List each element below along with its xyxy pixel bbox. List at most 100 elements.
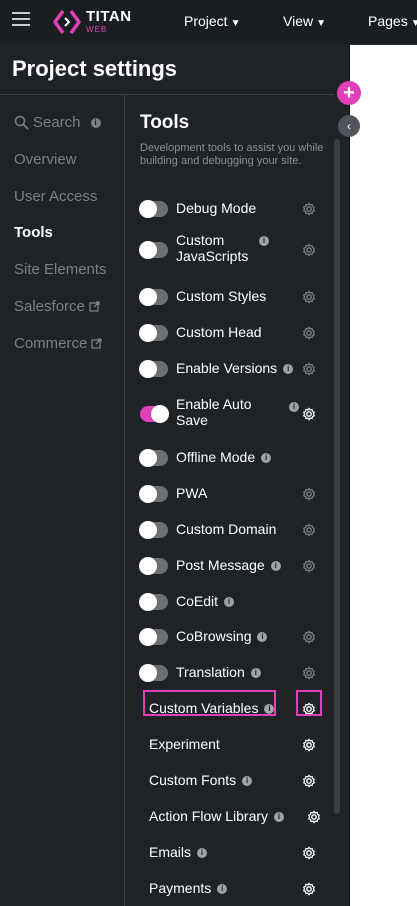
external-link-icon [91, 338, 103, 349]
settings-gear-icon[interactable] [302, 559, 316, 573]
menu-project-label: Project [184, 13, 228, 29]
tool-label-text: Custom Head [176, 324, 262, 340]
logo-subtext: WEB [86, 25, 108, 34]
info-icon[interactable]: i [250, 668, 261, 679]
debug-mode-toggle[interactable] [139, 200, 168, 218]
tool-label-text: Custom Domain [176, 521, 277, 537]
add-button[interactable]: + [337, 81, 361, 105]
menu-pages[interactable]: Pages ▼ [368, 13, 417, 29]
post-message-label: Post Message i [176, 557, 316, 573]
scrollbar[interactable] [334, 139, 340, 814]
settings-gear-icon[interactable] [302, 523, 316, 537]
info-icon[interactable]: i [283, 364, 294, 375]
nav-item-search[interactable]: Search i [14, 114, 101, 131]
titan-logo-icon [53, 9, 81, 35]
info-icon[interactable]: i [257, 632, 268, 643]
settings-gear-icon[interactable] [302, 487, 316, 501]
nav-item-salesforce[interactable]: Salesforce [14, 298, 100, 315]
settings-gear-icon[interactable] [302, 630, 316, 644]
tool-row-custom-fonts: Custom Fonts i [140, 772, 315, 790]
settings-gear-icon[interactable] [302, 202, 316, 216]
project-settings-panel: Project settings Search i Overview User … [0, 44, 350, 906]
info-icon[interactable]: i [270, 561, 281, 572]
payments-label: Payments i [149, 880, 289, 896]
tool-row-offline-mode: Offline Mode i [139, 449, 312, 467]
highlight-box [143, 690, 276, 716]
nav-item-commerce[interactable]: Commerce [14, 335, 103, 352]
tool-row-post-message: Post Message i [139, 557, 315, 575]
chevron-down-icon: ▼ [316, 18, 326, 29]
info-icon[interactable]: i [197, 848, 208, 859]
search-icon [14, 115, 29, 130]
info-icon[interactable]: i [217, 884, 228, 895]
tool-row-custom-styles: Custom Styles [139, 288, 315, 306]
nav-item-site-elements[interactable]: Site Elements [14, 261, 107, 278]
tool-row-translation: Translation i [139, 664, 315, 682]
menu-view-label: View [283, 13, 314, 29]
info-icon[interactable]: i [274, 812, 285, 823]
info-icon[interactable]: i [289, 402, 299, 412]
nav-item-tools[interactable]: Tools [14, 224, 53, 241]
logo-text: TITAN [86, 8, 132, 25]
nav-item-label: Site Elements [14, 261, 107, 278]
tool-row-coedit: CoEdit i [139, 593, 312, 611]
settings-gear-icon[interactable] [302, 290, 316, 304]
tool-row-payments: Payments i [140, 880, 315, 898]
settings-gear-icon[interactable] [302, 326, 316, 340]
custom-fonts-label: Custom Fonts i [149, 772, 289, 788]
coedit-toggle[interactable] [139, 593, 168, 611]
nav-item-user-access[interactable]: User Access [14, 188, 97, 205]
settings-nav: Search i Overview User Access Tools Site… [0, 95, 124, 906]
settings-gear-icon[interactable] [307, 810, 321, 824]
settings-gear-icon[interactable] [302, 666, 316, 680]
chevron-down-icon: ▼ [410, 18, 417, 29]
coedit-label: CoEdit i [176, 593, 316, 609]
cobrowsing-toggle[interactable] [139, 628, 168, 646]
tool-label-text: Custom JavaScripts [176, 232, 249, 264]
info-icon[interactable]: i [261, 453, 272, 464]
info-icon[interactable]: i [242, 776, 253, 787]
hamburger-menu-icon[interactable] [12, 12, 30, 26]
tool-label-text: Payments [149, 880, 212, 896]
custom-head-label: Custom Head [176, 324, 316, 340]
tool-row-debug-mode: Debug Mode [139, 200, 315, 218]
enable-versions-toggle[interactable] [139, 360, 168, 378]
settings-gear-icon[interactable] [302, 362, 316, 376]
custom-styles-toggle[interactable] [139, 288, 168, 306]
action-flow-library-label: Action Flow Library i [149, 808, 289, 824]
tool-row-custom-javascripts: Custom JavaScripts i [139, 232, 315, 268]
settings-gear-icon[interactable] [302, 243, 316, 257]
settings-gear-icon[interactable] [302, 846, 316, 860]
translation-toggle[interactable] [139, 664, 168, 682]
custom-javascripts-toggle[interactable] [139, 241, 168, 259]
tool-label-text: Offline Mode [176, 449, 256, 465]
pwa-toggle[interactable] [139, 485, 168, 503]
menu-project[interactable]: Project ▼ [184, 13, 240, 29]
tools-section: Tools Development tools to assist you wh… [125, 95, 334, 906]
settings-gear-icon[interactable] [302, 738, 316, 752]
settings-gear-icon[interactable] [302, 774, 316, 788]
custom-head-toggle[interactable] [139, 324, 168, 342]
tool-row-action-flow-library: Action Flow Library i [140, 808, 320, 826]
section-description: Development tools to assist you while bu… [140, 142, 324, 167]
info-icon[interactable]: i [259, 236, 269, 246]
custom-domain-toggle[interactable] [139, 521, 168, 539]
offline-mode-toggle[interactable] [139, 449, 168, 467]
nav-item-label: Search [33, 114, 81, 131]
info-icon[interactable]: i [224, 597, 235, 608]
nav-item-label: User Access [14, 188, 98, 205]
enable-versions-label: Enable Versions i [176, 360, 316, 376]
nav-item-label: Overview [14, 151, 77, 168]
enable-auto-save-toggle[interactable] [140, 405, 169, 423]
nav-item-overview[interactable]: Overview [14, 151, 77, 168]
post-message-toggle[interactable] [139, 557, 168, 575]
nav-item-label: Salesforce [14, 298, 85, 315]
settings-gear-icon[interactable] [302, 882, 316, 896]
settings-gear-icon[interactable] [302, 407, 316, 421]
enable-auto-save-label: Enable Auto Save [176, 396, 256, 428]
menu-view[interactable]: View ▼ [283, 13, 326, 29]
tool-row-custom-domain: Custom Domain [139, 521, 315, 539]
tool-label-text: Enable Versions [176, 360, 278, 376]
collapse-panel-button[interactable]: ‹ [338, 115, 360, 137]
chevron-down-icon: ▼ [230, 18, 241, 29]
